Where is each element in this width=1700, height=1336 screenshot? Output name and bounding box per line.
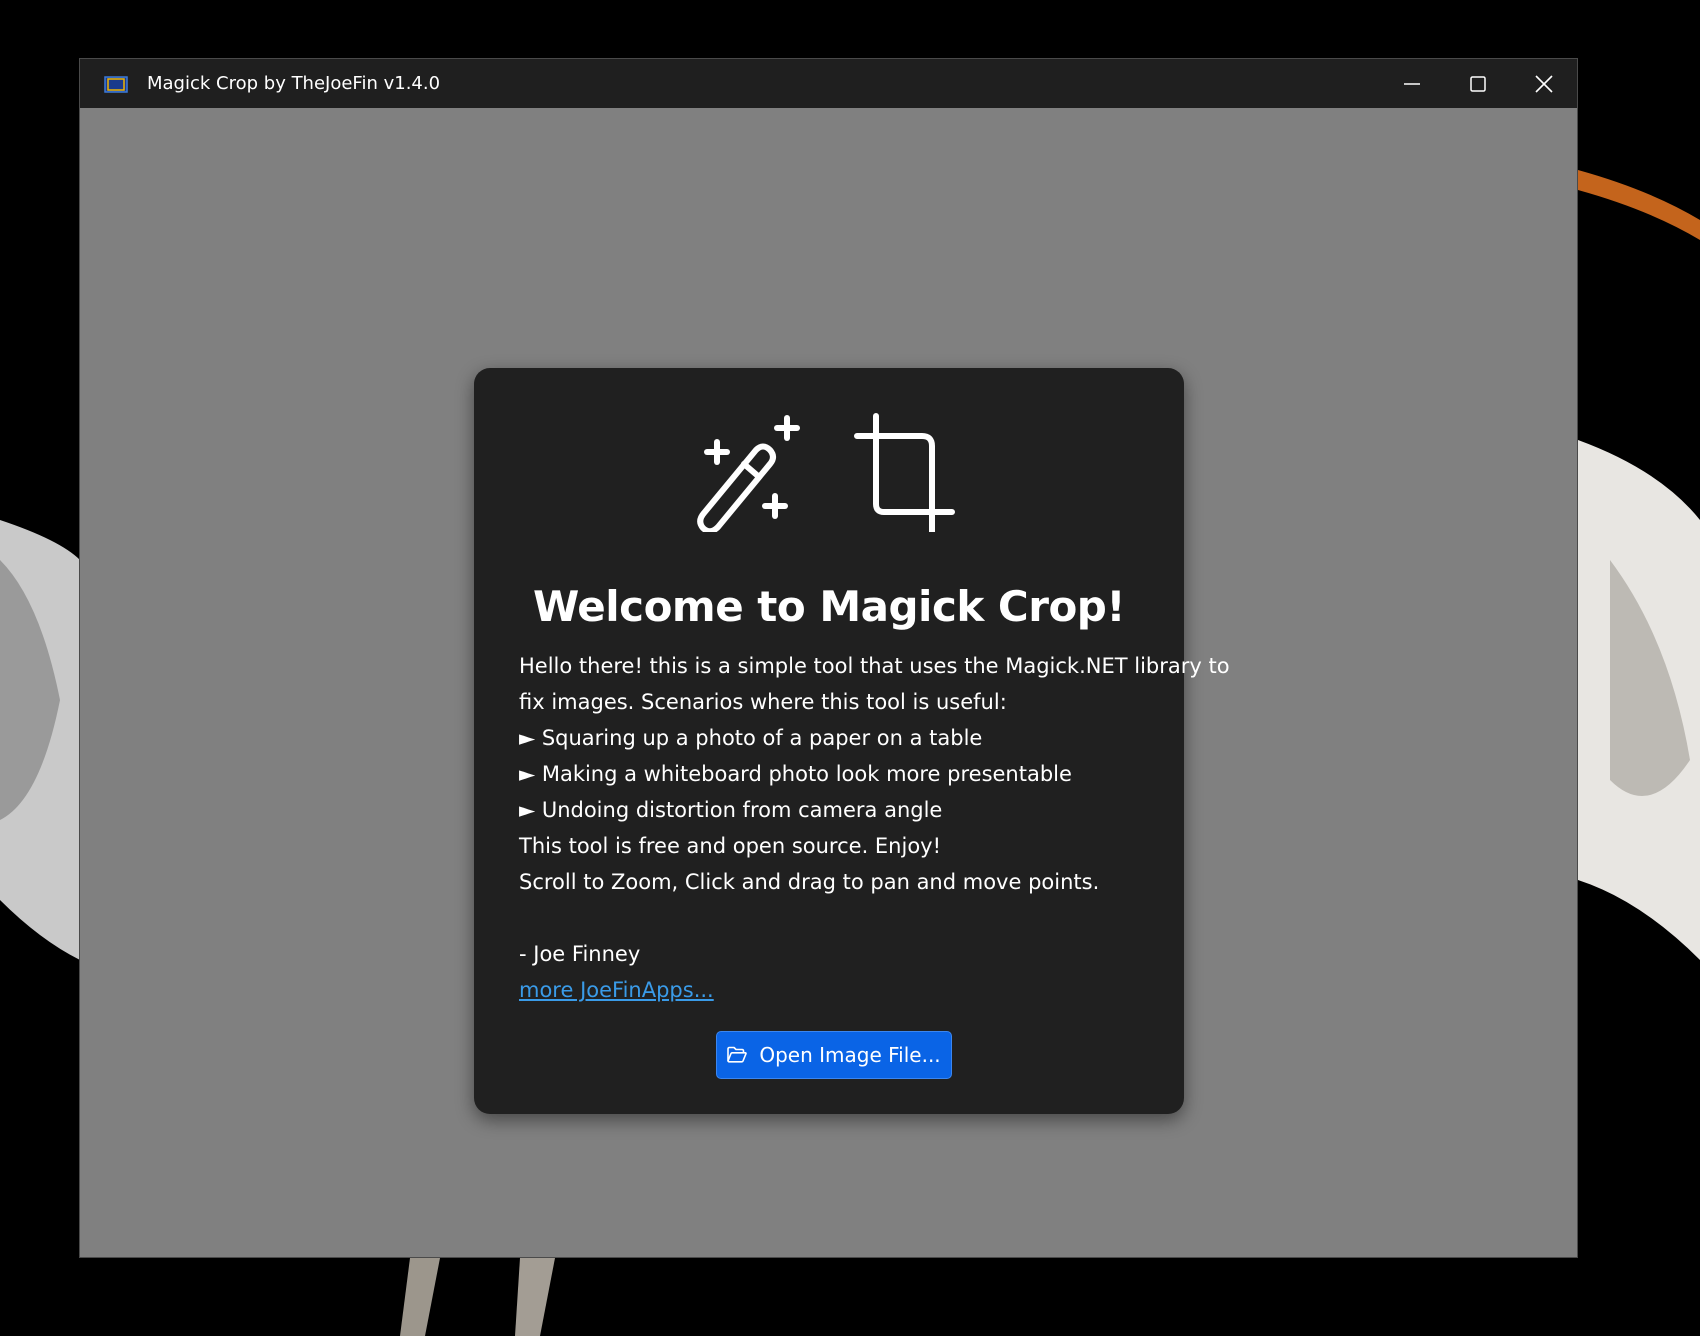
desktop: Magick Crop by TheJoeFin v1.4.0 Welcome … (0, 0, 1700, 1336)
bullet-item: ► Squaring up a photo of a paper on a ta… (519, 726, 983, 750)
window-title: Magick Crop by TheJoeFin v1.4.0 (147, 73, 441, 94)
welcome-card: Welcome to Magick Crop! Hello there! thi… (474, 368, 1230, 1114)
instructions-text: Scroll to Zoom, Click and drag to pan an… (519, 870, 1100, 894)
close-icon (1535, 74, 1553, 93)
hero-icons (697, 413, 955, 532)
more-apps-link[interactable]: more JoeFinApps... (519, 978, 714, 1002)
close-button[interactable] (1511, 59, 1577, 108)
free-text: This tool is free and open source. Enjoy… (519, 834, 942, 858)
intro-line: Hello there! this is a simple tool that … (519, 654, 1230, 678)
open-image-button[interactable]: Open Image File... (716, 1031, 952, 1079)
folder-open-icon (727, 1046, 748, 1063)
bullet-item: ► Making a whiteboard photo look more pr… (519, 762, 1072, 786)
intro-line: fix images. Scenarios where this tool is… (519, 690, 1007, 714)
magic-wand-icon (697, 415, 800, 532)
minimize-icon (1404, 82, 1420, 85)
bullet-item: ► Undoing distortion from camera angle (519, 798, 943, 822)
signature: - Joe Finney (519, 942, 641, 966)
welcome-title: Welcome to Magick Crop! (532, 582, 1126, 631)
welcome-text: Hello there! this is a simple tool that … (519, 648, 1230, 1008)
maximize-button[interactable] (1445, 59, 1511, 108)
image-canvas[interactable]: Welcome to Magick Crop! Hello there! thi… (80, 108, 1577, 1257)
title-bar[interactable]: Magick Crop by TheJoeFin v1.4.0 (80, 59, 1577, 108)
app-logo-icon (104, 76, 128, 93)
app-window: Magick Crop by TheJoeFin v1.4.0 Welcome … (79, 58, 1578, 1258)
crop-icon (854, 413, 955, 532)
minimize-button[interactable] (1379, 59, 1445, 108)
open-image-button-label: Open Image File... (759, 1043, 941, 1067)
maximize-icon (1470, 75, 1486, 92)
